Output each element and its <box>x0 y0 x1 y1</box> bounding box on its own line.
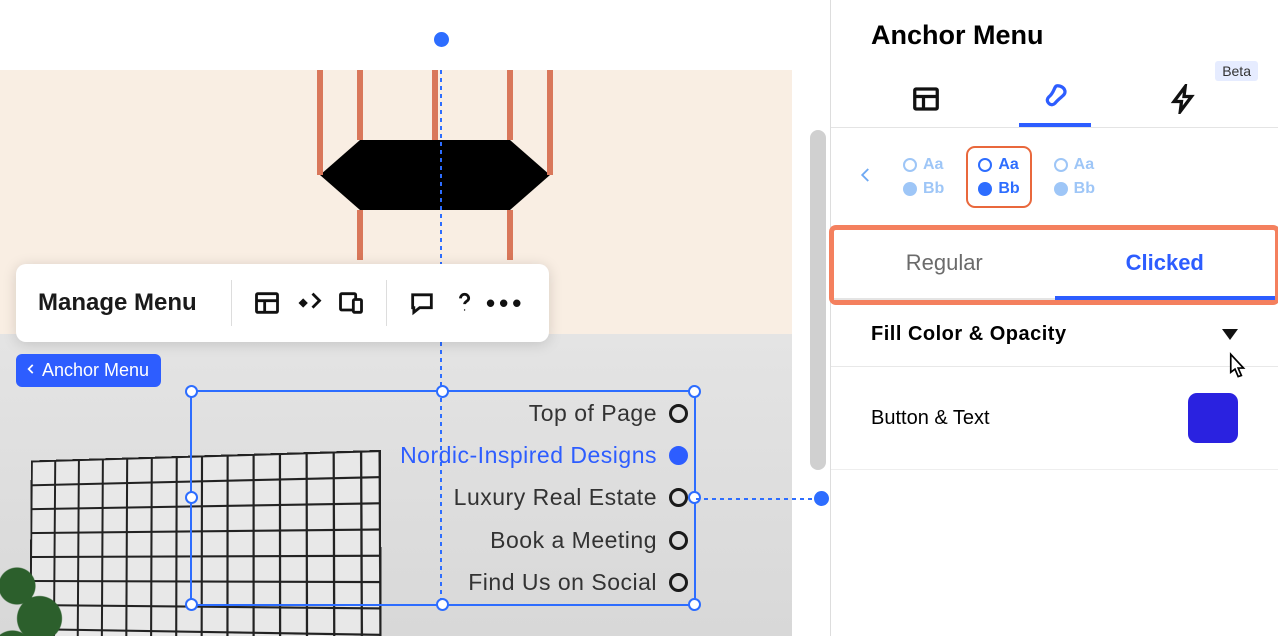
layout-icon[interactable] <box>246 282 288 324</box>
anchor-menu-item[interactable]: Top of Page <box>192 400 688 427</box>
preset-option[interactable]: Aa Bb <box>966 146 1031 208</box>
anchor-menu-item[interactable]: Luxury Real Estate <box>192 484 688 511</box>
help-icon[interactable] <box>443 282 485 324</box>
panel-tab-bar: Beta <box>831 65 1278 128</box>
color-label: Button & Text <box>871 407 990 430</box>
chevron-down-icon <box>1222 329 1238 340</box>
state-tab-clicked[interactable]: Clicked <box>1055 230 1276 300</box>
element-toolbar: Manage Menu ••• <box>16 264 549 342</box>
guide-handle-right[interactable] <box>814 491 829 506</box>
tab-interactions[interactable] <box>1148 71 1220 127</box>
anchor-dot-icon <box>669 404 688 423</box>
comment-icon[interactable] <box>401 282 443 324</box>
anchor-dot-icon <box>669 446 688 465</box>
selection-bounding-box[interactable]: Top of Page Nordic-Inspired Designs Luxu… <box>190 390 696 606</box>
accordion-label: Fill Color & Opacity <box>871 323 1067 346</box>
anchor-menu-item[interactable]: Nordic-Inspired Designs <box>192 442 688 469</box>
preset-option[interactable]: Aa Bb <box>1042 146 1107 208</box>
state-tabs: Regular Clicked <box>834 230 1275 300</box>
tab-layout[interactable] <box>890 71 962 127</box>
anchor-menu-item[interactable]: Book a Meeting <box>192 527 688 554</box>
style-presets-row: Aa Bb Aa Bb Aa Bb x x <box>831 128 1278 227</box>
plant-graphic <box>0 560 80 636</box>
preset-option[interactable]: Aa Bb <box>891 146 956 208</box>
panel-title: Anchor Menu <box>831 0 1278 65</box>
selection-breadcrumb[interactable]: Anchor Menu <box>16 354 161 387</box>
tab-design[interactable] <box>1019 71 1091 127</box>
guide-handle-top[interactable] <box>434 32 449 47</box>
alignment-guide-horizontal <box>696 498 822 500</box>
properties-panel: Anchor Menu Beta Aa Bb Aa Bb Aa Bb x <box>830 0 1278 636</box>
color-row-button-text: Button & Text <box>831 367 1278 470</box>
color-swatch[interactable] <box>1188 393 1238 443</box>
toolbar-separator <box>386 280 387 326</box>
anchor-dot-icon <box>669 573 688 592</box>
state-tab-regular[interactable]: Regular <box>834 230 1055 300</box>
manage-menu-button[interactable]: Manage Menu <box>38 289 197 317</box>
presets-back-button[interactable] <box>851 155 881 200</box>
animation-icon[interactable] <box>288 282 330 324</box>
state-tabs-highlight: Regular Clicked <box>829 225 1278 305</box>
anchor-menu-item[interactable]: Find Us on Social <box>192 569 688 596</box>
preset-option[interactable]: x x <box>1117 164 1141 190</box>
canvas-scrollbar[interactable] <box>810 130 826 470</box>
editor-canvas: Manage Menu ••• Anchor Menu <box>0 0 830 636</box>
selection-breadcrumb-label: Anchor Menu <box>42 360 149 381</box>
more-icon[interactable]: ••• <box>485 282 527 324</box>
anchor-menu-preview: Top of Page Nordic-Inspired Designs Luxu… <box>192 392 694 604</box>
toolbar-separator <box>231 280 232 326</box>
beta-badge: Beta <box>1215 61 1258 81</box>
responsive-icon[interactable] <box>330 282 372 324</box>
accordion-fill-opacity[interactable]: Fill Color & Opacity <box>831 303 1278 367</box>
chevron-left-icon <box>24 360 38 381</box>
anchor-dot-icon <box>669 531 688 550</box>
anchor-dot-icon <box>669 488 688 507</box>
